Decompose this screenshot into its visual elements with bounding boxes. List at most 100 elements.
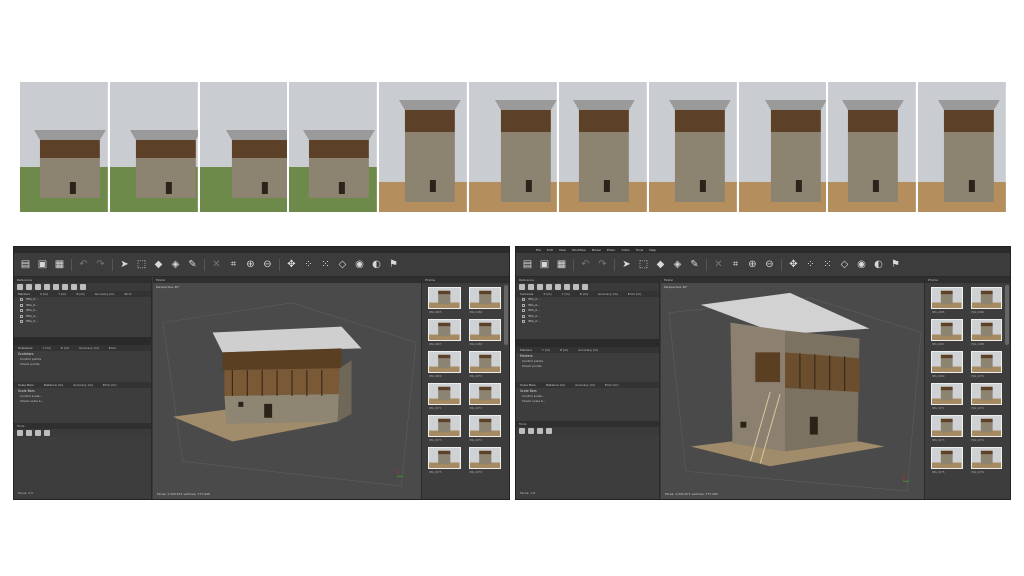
column-header[interactable]: Error (m) [103,382,117,388]
redo-icon[interactable]: ↷ [597,259,608,270]
menu-item[interactable]: Model [592,247,601,253]
redo-icon[interactable]: ↷ [95,259,106,270]
menu-item[interactable]: Edit [547,247,553,253]
model-viewport[interactable]: Model Perspective 30° Faces: 1,505,671 v… [661,277,924,499]
column-header[interactable]: Y (m) [43,345,51,351]
photo-thumbnail[interactable]: IMG_0272 [468,383,501,410]
open-icon[interactable]: ▣ [539,259,550,270]
checkbox[interactable] [522,303,525,307]
model-icon[interactable]: ◆ [655,259,666,270]
column-header[interactable]: Y (m) [542,347,550,353]
menu-item[interactable]: Tools [636,247,643,253]
menu-item[interactable]: File [536,247,541,253]
camera-icon[interactable]: ◉ [354,259,365,270]
checkbox[interactable] [522,298,525,301]
view-icon[interactable]: ◇ [839,259,850,270]
checkbox[interactable] [20,303,23,307]
photo-thumbnail[interactable]: IMG_0274 [468,415,501,442]
photos-scrollbar[interactable] [1005,285,1009,345]
points-icon[interactable]: ⁘ [805,259,816,270]
photo-thumbnail[interactable]: IMG_0265 [428,287,461,314]
checkbox[interactable] [20,320,23,323]
photo-thumbnail[interactable]: IMG_0268 [970,319,1002,346]
grid-icon[interactable]: ⁙ [822,259,833,270]
column-header[interactable]: Z (m) [580,291,588,297]
undo-icon[interactable]: ↶ [78,259,89,270]
zoom-in-icon[interactable]: ⊕ [245,259,256,270]
column-header[interactable]: Error (m) [628,291,642,297]
column-header[interactable]: X (m) [40,291,48,297]
column-header[interactable]: Distance (m) [44,382,63,388]
photo-thumbnail[interactable]: IMG_0266 [970,287,1002,314]
photo-thumbnail[interactable]: IMG_0266 [468,287,501,314]
column-header[interactable]: Markers [520,347,532,353]
photo-thumbnail[interactable]: IMG_0276 [468,447,501,474]
column-header[interactable]: Accuracy (m) [95,291,115,297]
column-header[interactable]: Scale Bars [18,382,34,388]
crop-icon[interactable]: ⌗ [228,259,239,270]
photo-thumbnail[interactable]: IMG_0273 [428,415,461,442]
photos-scrollbar[interactable] [504,285,508,345]
photo-thumbnail[interactable]: IMG_0276 [970,447,1002,474]
checkbox[interactable] [20,298,23,301]
model-viewport[interactable]: Model Perspective 30° Faces: 1,505,671 v… [153,277,421,499]
ruler-icon[interactable]: ✎ [187,259,198,270]
photo-thumbnail[interactable]: IMG_0272 [970,383,1002,410]
photo-thumbnail[interactable]: IMG_0274 [970,415,1002,442]
flag-icon[interactable]: ⚑ [890,259,901,270]
rect-select-icon[interactable]: ⬚ [136,259,147,270]
zoom-out-icon[interactable]: ⊖ [262,259,273,270]
photo-thumbnail[interactable]: IMG_0270 [468,351,501,378]
move-icon[interactable]: ✥ [788,259,799,270]
photo-thumbnail[interactable]: IMG_0275 [428,447,461,474]
file-icon[interactable]: ▤ [522,259,533,270]
photo-thumbnail[interactable]: IMG_0270 [970,351,1002,378]
save-icon[interactable]: ▦ [556,259,567,270]
photo-thumbnail[interactable]: IMG_0269 [428,351,461,378]
photo-thumbnail[interactable]: IMG_0267 [931,319,963,346]
checkbox[interactable] [20,309,23,312]
open-icon[interactable]: ▣ [37,259,48,270]
flag-icon[interactable]: ⚑ [388,259,399,270]
rect-select-icon[interactable]: ⬚ [638,259,649,270]
grid-icon[interactable]: ⁙ [320,259,331,270]
column-header[interactable]: Error [109,345,116,351]
menu-item[interactable]: Help [649,247,656,253]
photo-thumbnail[interactable]: IMG_0265 [931,287,963,314]
photo-thumbnail[interactable]: IMG_0273 [931,415,963,442]
column-header[interactable]: Y (m) [562,291,570,297]
photo-thumbnail[interactable]: IMG_0267 [428,319,461,346]
shading-icon[interactable]: ◈ [170,259,181,270]
points-icon[interactable]: ⁘ [303,259,314,270]
delete-icon[interactable]: ✕ [211,259,222,270]
photo-thumbnail[interactable]: IMG_0268 [468,319,501,346]
photo-thumbnail[interactable]: IMG_0269 [931,351,963,378]
column-header[interactable]: Accuracy (m) [598,291,618,297]
column-header[interactable]: Error [124,291,131,297]
photo-thumbnail[interactable]: IMG_0271 [931,383,963,410]
scrollbar[interactable] [14,336,151,345]
column-header[interactable]: X (m) [543,291,551,297]
photo-icon[interactable]: ◐ [371,259,382,270]
column-header[interactable]: Error (m) [605,382,619,388]
column-header[interactable]: Z (m) [76,291,84,297]
column-header[interactable]: Accuracy (m) [73,382,93,388]
zoom-out-icon[interactable]: ⊖ [764,259,775,270]
checkbox[interactable] [522,309,525,312]
column-header[interactable]: Accuracy (m) [575,382,595,388]
zoom-in-icon[interactable]: ⊕ [747,259,758,270]
ruler-icon[interactable]: ✎ [689,259,700,270]
photo-icon[interactable]: ◐ [873,259,884,270]
column-header[interactable]: Scale Bars [520,382,536,388]
model-icon[interactable]: ◆ [153,259,164,270]
menu-item[interactable]: Workflow [572,247,586,253]
undo-icon[interactable]: ↶ [580,259,591,270]
view-icon[interactable]: ◇ [337,259,348,270]
menu-item[interactable]: Ortho [621,247,630,253]
column-header[interactable]: Z (m) [560,347,568,353]
photo-thumbnail[interactable]: IMG_0275 [931,447,963,474]
column-header[interactable]: Scalebars [18,345,33,351]
column-header[interactable]: Distance (m) [546,382,565,388]
camera-icon[interactable]: ◉ [856,259,867,270]
column-header[interactable]: Y (m) [58,291,66,297]
